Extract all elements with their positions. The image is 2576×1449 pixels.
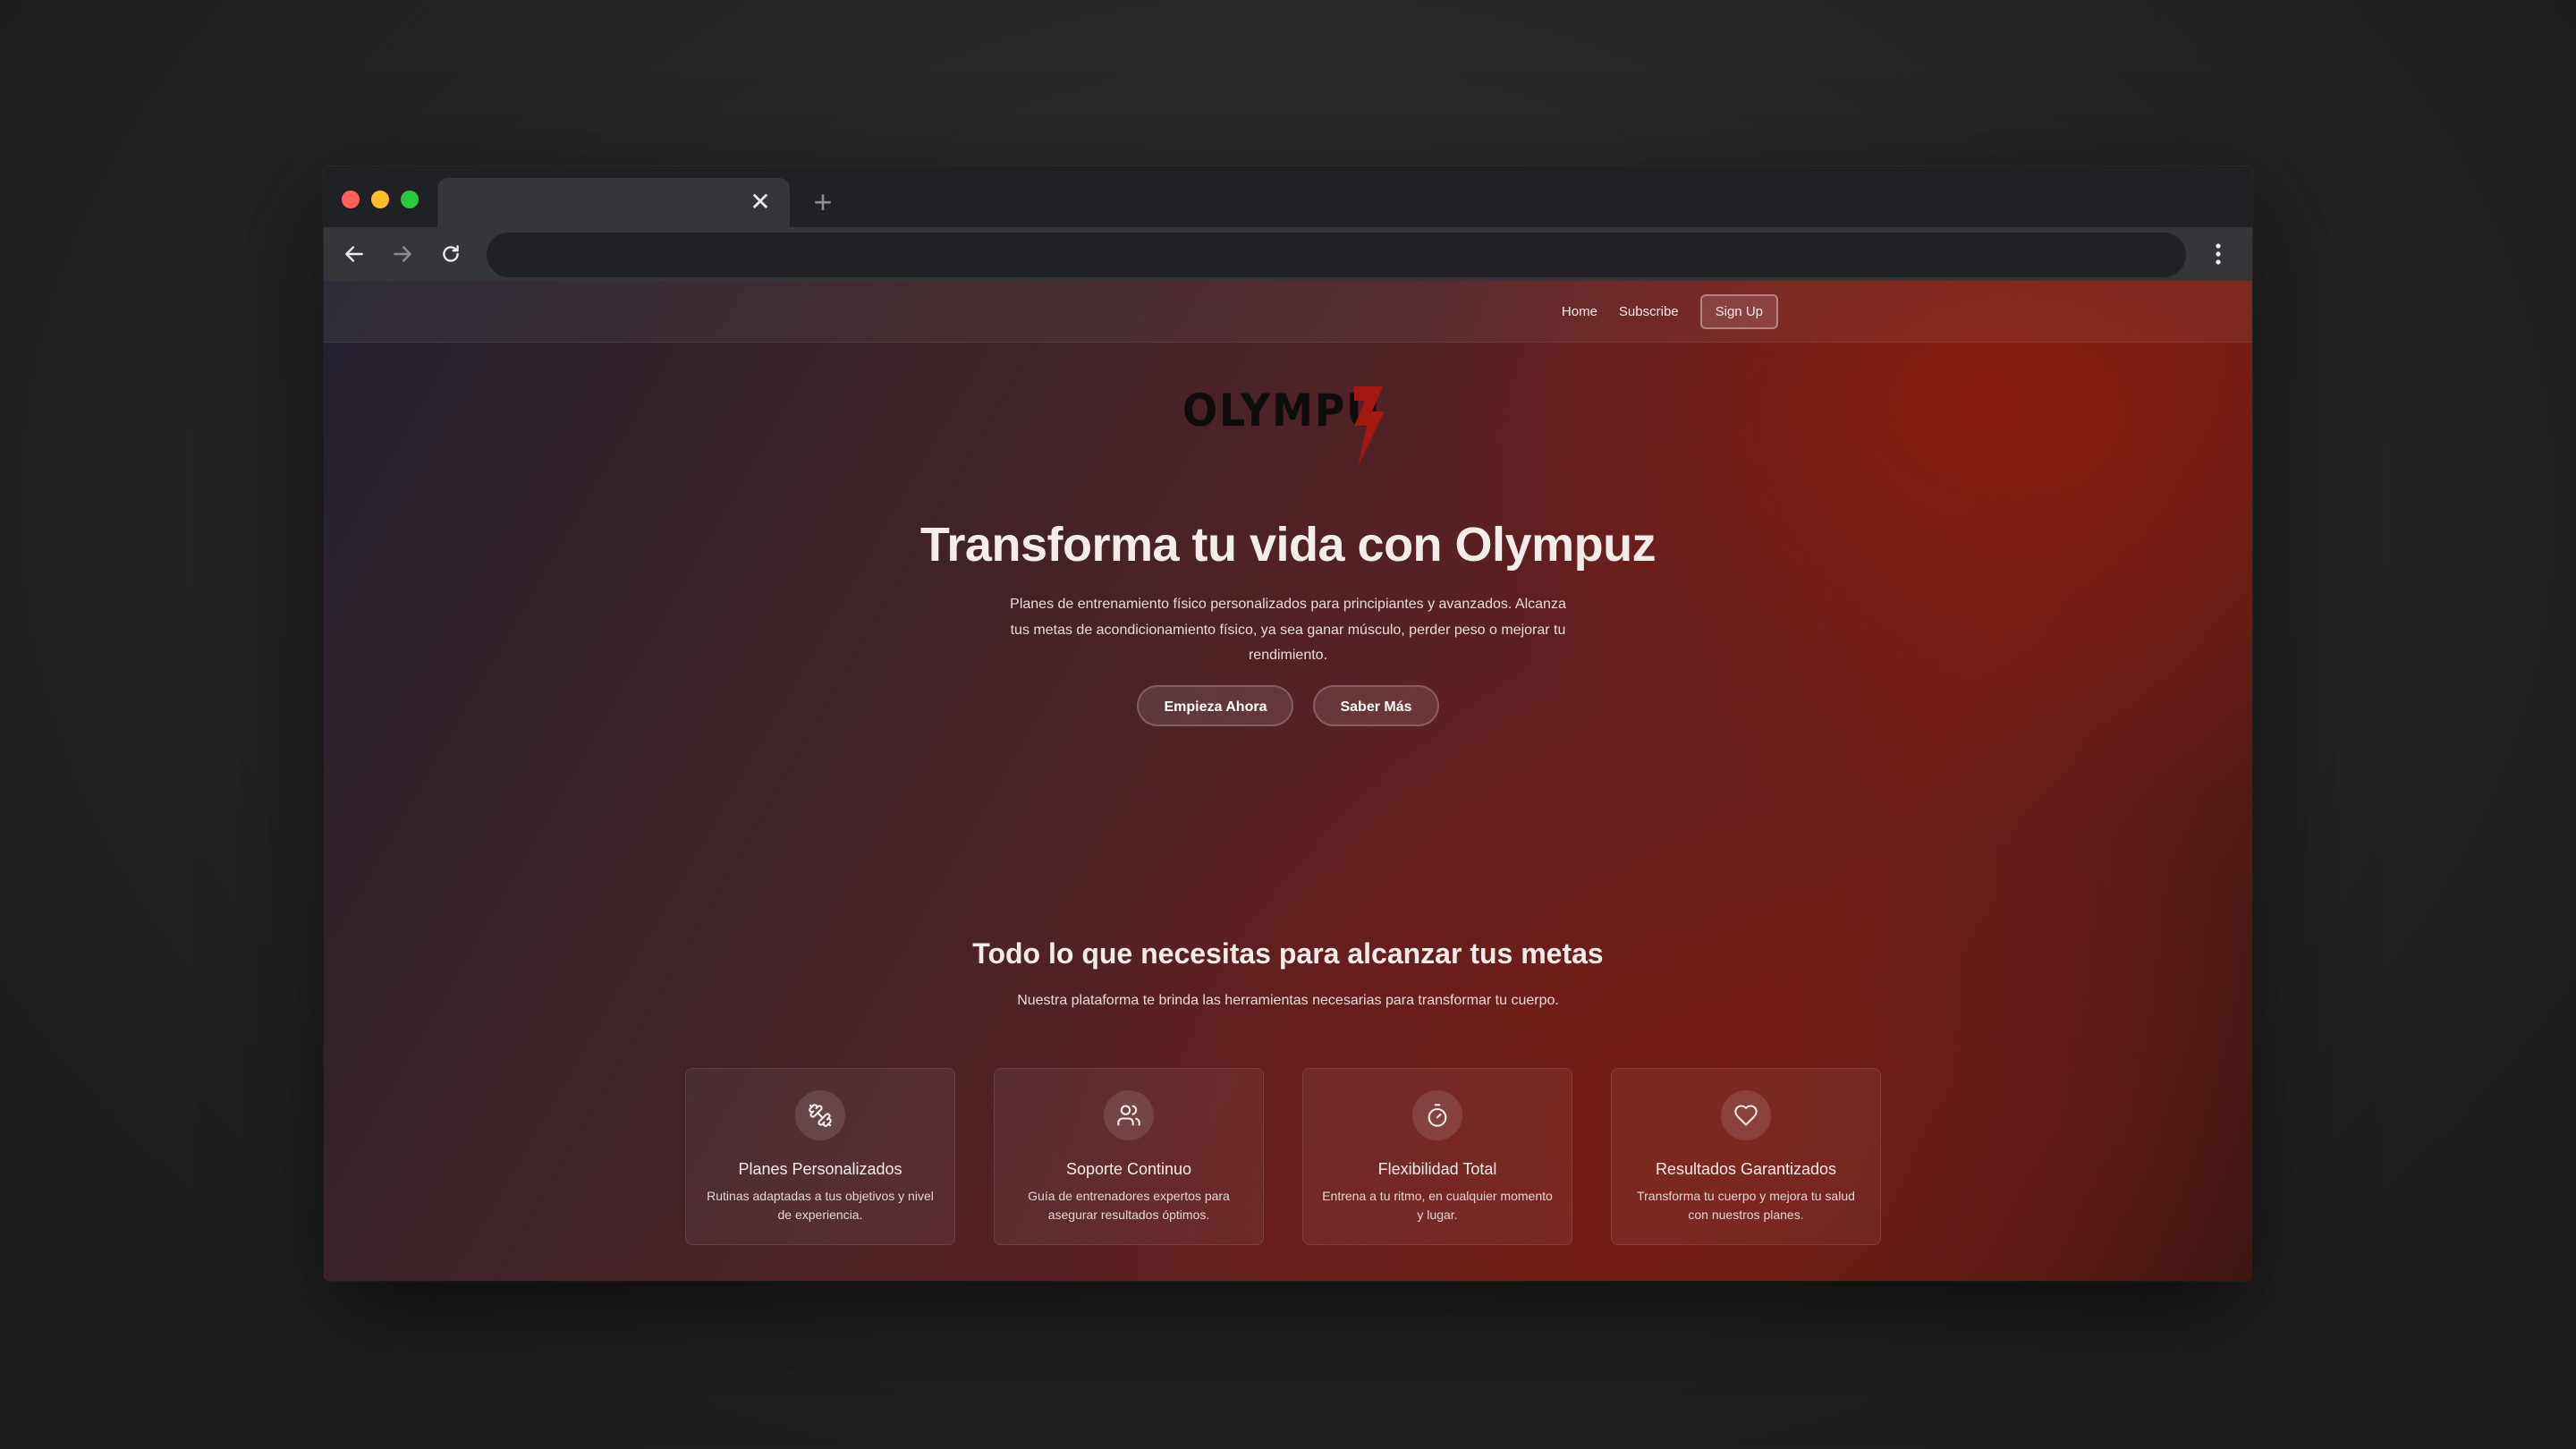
dumbbell-icon [795, 1090, 845, 1140]
users-icon [1104, 1090, 1154, 1140]
feature-card-description: Transforma tu cuerpo y mejora tu salud c… [1637, 1189, 1855, 1222]
features-title: Todo lo que necesitas para alcanzar tus … [972, 937, 1604, 970]
feature-card-continuous-support: Soporte Continuo Guía de entrenadores ex… [994, 1068, 1264, 1245]
feature-card-total-flexibility: Flexibilidad Total Entrena a tu ritmo, e… [1302, 1068, 1572, 1245]
nav-link-subscribe[interactable]: Subscribe [1619, 304, 1679, 319]
timer-icon [1412, 1090, 1462, 1140]
kebab-menu-icon[interactable] [2200, 236, 2236, 272]
feature-card-title: Resultados Garantizados [1655, 1160, 1837, 1178]
signup-button[interactable]: Sign Up [1699, 293, 1778, 329]
tab-close-icon[interactable]: ✕ [747, 189, 774, 216]
feature-card-description: Rutinas adaptadas a tus objetivos y nive… [707, 1189, 934, 1222]
feature-card-guaranteed-results: Resultados Garantizados Transforma tu cu… [1611, 1068, 1881, 1245]
lightning-bolt-icon [1354, 386, 1385, 467]
browser-tab[interactable]: ✕ [437, 178, 790, 227]
start-now-button[interactable]: Empieza Ahora [1137, 685, 1294, 726]
hero-buttons: Empieza Ahora Saber Más [324, 685, 2252, 726]
back-arrow-icon[interactable] [336, 236, 372, 272]
learn-more-button[interactable]: Saber Más [1313, 685, 1439, 726]
address-bar[interactable] [487, 233, 2186, 277]
browser-toolbar [324, 227, 2252, 281]
feature-cards: Planes Personalizados Rutinas adaptadas … [685, 1068, 1884, 1245]
nav-links: Home Subscribe Sign Up [1562, 293, 1778, 329]
feature-card-description: Guía de entrenadores expertos para asegu… [1028, 1189, 1230, 1222]
new-tab-icon[interactable]: + [807, 186, 839, 218]
nav-link-home[interactable]: Home [1562, 304, 1597, 319]
reload-icon[interactable] [433, 236, 469, 272]
tab-strip: ✕ + [324, 166, 2252, 227]
hero-title: Transforma tu vida con Olympuz [919, 518, 1657, 572]
close-window-button[interactable] [342, 191, 360, 208]
features-subtitle: Nuestra plataforma te brinda las herrami… [1017, 993, 1559, 1008]
heart-icon [1721, 1090, 1771, 1140]
forward-arrow-icon[interactable] [385, 236, 420, 272]
page-viewport: Home Subscribe Sign Up OLYMPU Transforma… [324, 281, 2252, 1281]
maximize-window-button[interactable] [401, 191, 419, 208]
feature-card-title: Planes Personalizados [738, 1160, 902, 1178]
hero-description: Planes de entrenamiento físico personali… [1010, 597, 1566, 663]
feature-card-title: Flexibilidad Total [1377, 1160, 1497, 1178]
feature-card-personalized-plans: Planes Personalizados Rutinas adaptadas … [685, 1068, 955, 1245]
feature-card-description: Entrena a tu ritmo, en cualquier momento… [1322, 1189, 1553, 1222]
olympuz-logo[interactable]: OLYMPU [1182, 376, 1397, 474]
feature-card-title: Soporte Continuo [1065, 1160, 1192, 1178]
browser-window: ✕ + Home Subscribe Sign Up OLYMPU Transf… [324, 166, 2252, 1281]
site-navbar: Home Subscribe Sign Up [324, 281, 2252, 343]
minimize-window-button[interactable] [371, 191, 389, 208]
